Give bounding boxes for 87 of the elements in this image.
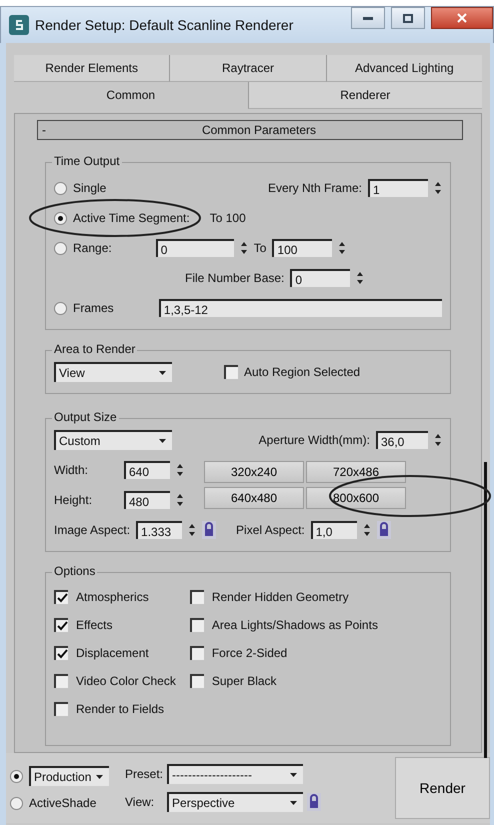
checkbox-label[interactable]: Displacement [76, 646, 149, 660]
tab[interactable]: Raytracer [169, 55, 326, 82]
checkbox[interactable] [190, 674, 204, 688]
field-label: Pixel Aspect: [236, 523, 305, 537]
checkbox[interactable] [54, 702, 68, 716]
size-dropdown[interactable]: Custom [54, 430, 172, 450]
input-field[interactable]: 1,0 [310, 521, 357, 539]
dropdown-arrow-icon [96, 775, 103, 779]
tab[interactable]: Render Elements [14, 55, 170, 82]
checkbox-label[interactable]: Render Hidden Geometry [212, 590, 349, 604]
field-label: View: [125, 795, 156, 809]
field-label: Every Nth Frame: [268, 181, 362, 195]
scroll-bar[interactable] [484, 462, 487, 758]
viewport-dropdown[interactable]: Perspective [167, 792, 304, 812]
preset-dropdown[interactable]: -------------------- [167, 764, 304, 784]
checkbox[interactable] [54, 590, 68, 604]
input-field[interactable]: 640 [124, 461, 170, 479]
group-title: Options [52, 564, 98, 578]
radio-label[interactable]: Frames [73, 301, 114, 315]
minimize-button[interactable] [351, 7, 385, 29]
checkbox-label[interactable]: Force 2-Sided [212, 646, 288, 660]
checkbox-label[interactable]: Effects [76, 618, 112, 632]
checkbox-label[interactable]: Area Lights/Shadows as Points [212, 618, 378, 632]
input-field[interactable]: 0 [156, 239, 234, 257]
range-text: To 100 [210, 211, 246, 225]
render-button[interactable]: Render [395, 757, 490, 819]
preset-size-button[interactable]: 800x600 [306, 487, 406, 509]
tab[interactable]: Advanced Lighting [326, 55, 482, 82]
radio-button[interactable] [54, 242, 67, 254]
window-title: Render Setup: Default Scanline Renderer [35, 17, 294, 33]
checkbox[interactable] [190, 618, 204, 632]
radio-button[interactable] [54, 182, 67, 194]
lock-icon[interactable] [307, 793, 322, 811]
group-title: Time Output [52, 154, 122, 168]
dropdown-arrow-icon [290, 801, 298, 805]
maximize-button[interactable] [391, 7, 425, 29]
radio-label[interactable]: Range: [73, 241, 112, 255]
field-label: Aperture Width(mm): [258, 433, 370, 447]
radio-label[interactable]: ActiveShade [29, 796, 96, 810]
render-area-dropdown[interactable]: View [54, 362, 172, 382]
dropdown-arrow-icon [159, 439, 166, 443]
input-field[interactable]: 480 [124, 491, 170, 509]
lock-icon[interactable] [376, 521, 391, 539]
checkbox[interactable] [54, 646, 68, 660]
radio-button[interactable] [54, 212, 67, 224]
lock-icon[interactable] [202, 521, 216, 539]
checkbox[interactable] [54, 674, 68, 688]
radio-button[interactable] [54, 302, 67, 314]
input-field[interactable]: 36,0 [376, 431, 428, 449]
checkbox-label[interactable]: Auto Region Selected [244, 365, 360, 379]
group-title: Output Size [52, 410, 119, 424]
input-field[interactable]: 1,3,5-12 [158, 299, 442, 317]
close-icon [457, 13, 467, 23]
radio-button[interactable] [10, 770, 23, 782]
field-label: To [254, 241, 266, 255]
field-label: File Number Base: [185, 271, 284, 285]
field-label: Height: [54, 493, 92, 507]
group-title: Area to Render [52, 342, 138, 356]
input-field[interactable]: 1.333 [136, 521, 182, 539]
field-label: Preset: [125, 767, 164, 781]
checkbox[interactable] [224, 365, 238, 379]
app-icon [9, 15, 29, 35]
tab[interactable]: Renderer [248, 82, 482, 109]
checkbox[interactable] [190, 590, 204, 604]
maximize-icon [403, 14, 413, 22]
minimize-icon [363, 16, 373, 20]
input-field[interactable]: 100 [272, 239, 332, 257]
input-field[interactable]: 1 [368, 179, 428, 197]
checkbox-label[interactable]: Atmospherics [76, 590, 149, 604]
preset-size-button[interactable]: 320x240 [204, 461, 304, 483]
checkbox-label[interactable]: Render to Fields [76, 702, 164, 716]
rollout-header[interactable]: - Common Parameters [37, 120, 463, 140]
radio-label[interactable]: Single [73, 181, 106, 195]
close-button[interactable] [431, 7, 493, 29]
dropdown-arrow-icon [290, 773, 298, 777]
checkbox[interactable] [54, 618, 68, 632]
input-field[interactable]: 0 [290, 269, 350, 287]
radio-button[interactable] [10, 796, 23, 810]
checkbox[interactable] [190, 646, 204, 660]
checkbox-label[interactable]: Super Black [212, 674, 277, 688]
preset-size-button[interactable]: 640x480 [204, 487, 304, 509]
preset-size-button[interactable]: 720x486 [306, 461, 406, 483]
dropdown-arrow-icon [159, 371, 166, 375]
checkbox-label[interactable]: Video Color Check [76, 674, 176, 688]
field-label: Image Aspect: [54, 523, 130, 537]
field-label: Width: [54, 463, 88, 477]
mode-dropdown[interactable]: Production [29, 766, 109, 786]
